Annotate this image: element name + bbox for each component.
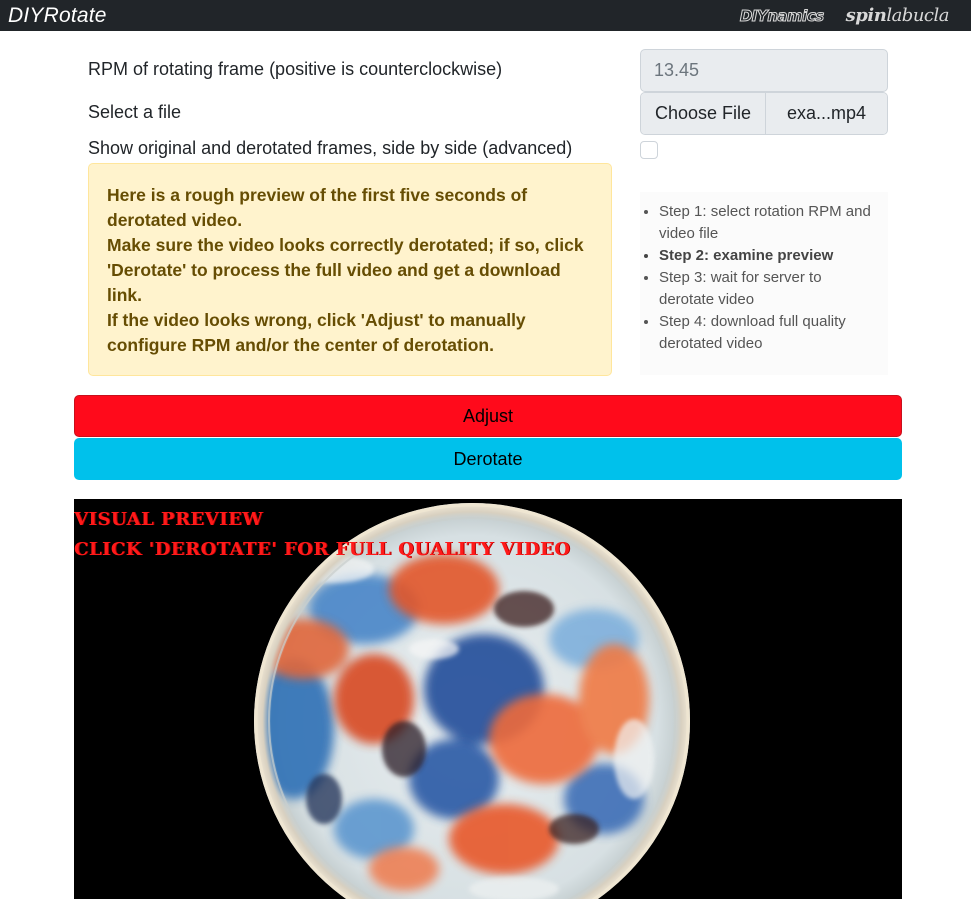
rpm-input[interactable] bbox=[640, 49, 888, 92]
selected-file-name: exa...mp4 bbox=[766, 93, 887, 134]
step-item-3: Step 3: wait for server to derotate vide… bbox=[659, 267, 878, 311]
adjust-button[interactable]: Adjust bbox=[74, 395, 902, 437]
file-label: Select a file bbox=[88, 102, 182, 122]
spin-text: spin bbox=[845, 5, 887, 26]
rpm-label: RPM of rotating frame (positive is count… bbox=[88, 59, 503, 79]
alert-line-3: If the video looks wrong, click 'Adjust'… bbox=[107, 310, 526, 355]
choose-file-button[interactable]: Choose File bbox=[641, 93, 766, 134]
partner-logos: DIYnamics spinlabucla bbox=[739, 5, 950, 26]
preview-overlay-line-2: CLICK 'DEROTATE' FOR FULL QUALITY VIDEO bbox=[74, 539, 571, 560]
step-item-1: Step 1: select rotation RPM and video fi… bbox=[659, 201, 878, 245]
file-picker[interactable]: Choose File exa...mp4 bbox=[640, 92, 888, 135]
derotate-button[interactable]: Derotate bbox=[74, 438, 902, 480]
steps-list: Step 1: select rotation RPM and video fi… bbox=[640, 201, 878, 355]
ucla-text: ucla bbox=[912, 5, 950, 26]
step-item-2: Step 2: examine preview bbox=[659, 245, 878, 267]
video-preview[interactable]: VISUAL PREVIEW CLICK 'DEROTATE' FOR FULL… bbox=[74, 499, 902, 899]
side-by-side-checkbox[interactable] bbox=[640, 141, 658, 159]
preview-overlay-line-1: VISUAL PREVIEW bbox=[74, 509, 263, 530]
top-navbar: DIYRotate DIYnamics spinlabucla bbox=[0, 0, 971, 31]
preview-alert: Here is a rough preview of the first fiv… bbox=[88, 163, 612, 376]
spinlab-ucla-logo[interactable]: spinlabucla bbox=[845, 5, 950, 26]
lab-text: lab bbox=[886, 5, 913, 26]
steps-panel: Step 1: select rotation RPM and video fi… bbox=[640, 192, 888, 375]
diynamics-logo[interactable]: DIYnamics bbox=[739, 6, 824, 25]
alert-line-2: Make sure the video looks correctly dero… bbox=[107, 235, 584, 305]
side-by-side-label: Show original and derotated frames, side… bbox=[88, 138, 573, 158]
alert-line-1: Here is a rough preview of the first fiv… bbox=[107, 185, 528, 230]
step-item-4: Step 4: download full quality derotated … bbox=[659, 311, 878, 355]
brand-link[interactable]: DIYRotate bbox=[8, 4, 107, 28]
